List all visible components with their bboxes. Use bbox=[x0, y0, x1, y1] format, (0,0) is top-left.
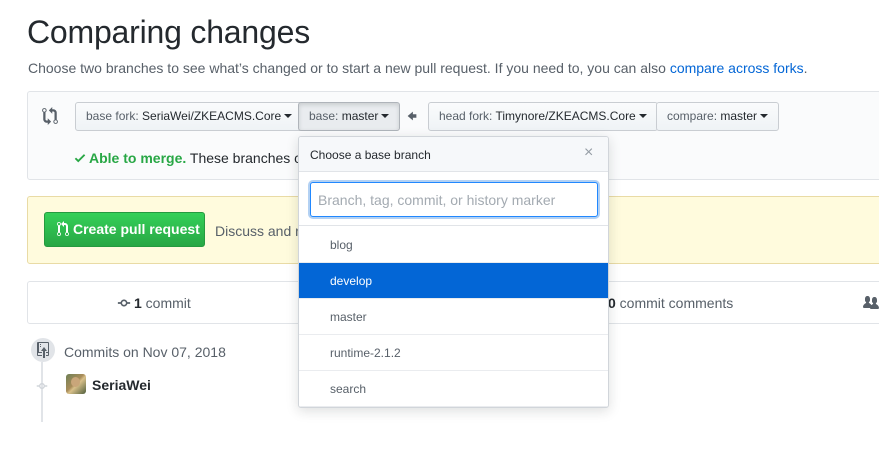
compare-label: compare: bbox=[667, 109, 721, 123]
commits-label: commit bbox=[141, 295, 191, 311]
filter-area bbox=[299, 171, 608, 226]
branch-item-runtime-2-1-2[interactable]: runtime-2.1.2 bbox=[299, 335, 608, 371]
commits-stat[interactable]: 1 commit bbox=[117, 295, 191, 311]
merge-status: Able to merge. These branches ca bbox=[74, 150, 309, 166]
create-pull-request-button[interactable]: Create pull request bbox=[44, 212, 205, 247]
compare-value: master bbox=[720, 109, 758, 123]
base-branch-select[interactable]: base: master bbox=[298, 102, 401, 131]
git-pull-request-icon bbox=[57, 221, 69, 236]
branch-filter-input[interactable] bbox=[310, 182, 598, 217]
git-commit-icon bbox=[117, 299, 131, 307]
compare-forks-link[interactable]: compare across forks bbox=[670, 60, 804, 76]
repo-push-icon bbox=[37, 342, 49, 358]
check-icon bbox=[74, 154, 86, 163]
merge-ok: Able to merge. bbox=[74, 150, 186, 166]
branch-item-master[interactable]: master bbox=[299, 299, 608, 335]
comments-label: commit comments bbox=[615, 295, 734, 311]
page-title: Comparing changes bbox=[27, 14, 310, 50]
head-fork-select[interactable]: head fork: Timynore/ZKEACMS.Core bbox=[428, 102, 658, 131]
head-fork-label: head fork: bbox=[439, 109, 496, 123]
branch-list: blog develop master runtime-2.1.2 search bbox=[299, 227, 608, 407]
timeline-line bbox=[41, 362, 43, 422]
dropdown-title: Choose a base branch bbox=[310, 148, 431, 162]
create-pull-request-label: Create pull request bbox=[73, 221, 200, 237]
base-fork-value: SeriaWei/ZKEACMS.Core bbox=[142, 109, 282, 123]
merge-rest-text: These branches ca bbox=[186, 150, 309, 166]
discuss-text: Discuss and re bbox=[215, 223, 308, 239]
compare-branch-select[interactable]: compare: master bbox=[656, 102, 780, 131]
avatar[interactable] bbox=[66, 374, 86, 394]
git-commit-icon bbox=[36, 383, 48, 389]
base-fork-select[interactable]: base fork: SeriaWei/ZKEACMS.Core bbox=[75, 102, 304, 131]
merge-ok-text: Able to merge. bbox=[89, 150, 187, 166]
people-icon bbox=[863, 296, 879, 309]
base-label: base: bbox=[309, 109, 342, 123]
branch-item-blog[interactable]: blog bbox=[299, 227, 608, 263]
base-fork-label: base fork: bbox=[86, 109, 143, 123]
comments-count: 0 bbox=[608, 295, 616, 311]
page-subtitle: Choose two branches to see what’s change… bbox=[28, 60, 808, 76]
head-fork-value: Timynore/ZKEACMS.Core bbox=[495, 109, 636, 123]
commits-count: 1 bbox=[134, 295, 142, 311]
branch-item-search[interactable]: search bbox=[299, 371, 608, 407]
caret-down-icon bbox=[381, 113, 390, 118]
branch-item-develop[interactable]: develop bbox=[299, 263, 608, 299]
arrow-left-icon bbox=[407, 111, 417, 121]
comments-stat[interactable]: 0 commit comments bbox=[608, 295, 733, 311]
base-branch-dropdown: Choose a base branch × blogdevelopmaster… bbox=[298, 136, 609, 408]
commits-date-heading: Commits on Nov 07, 2018 bbox=[64, 344, 226, 360]
caret-down-icon bbox=[760, 113, 769, 118]
base-value: master bbox=[341, 109, 379, 123]
git-compare-icon bbox=[42, 107, 58, 125]
commit-author-link[interactable]: SeriaWei bbox=[92, 377, 151, 393]
subtitle-text: Choose two branches to see what’s change… bbox=[28, 60, 670, 76]
repo-push-badge bbox=[31, 338, 55, 362]
subtitle-end: . bbox=[803, 60, 808, 76]
caret-down-icon bbox=[284, 113, 293, 118]
close-icon[interactable]: × bbox=[584, 145, 593, 161]
caret-down-icon bbox=[638, 113, 647, 118]
